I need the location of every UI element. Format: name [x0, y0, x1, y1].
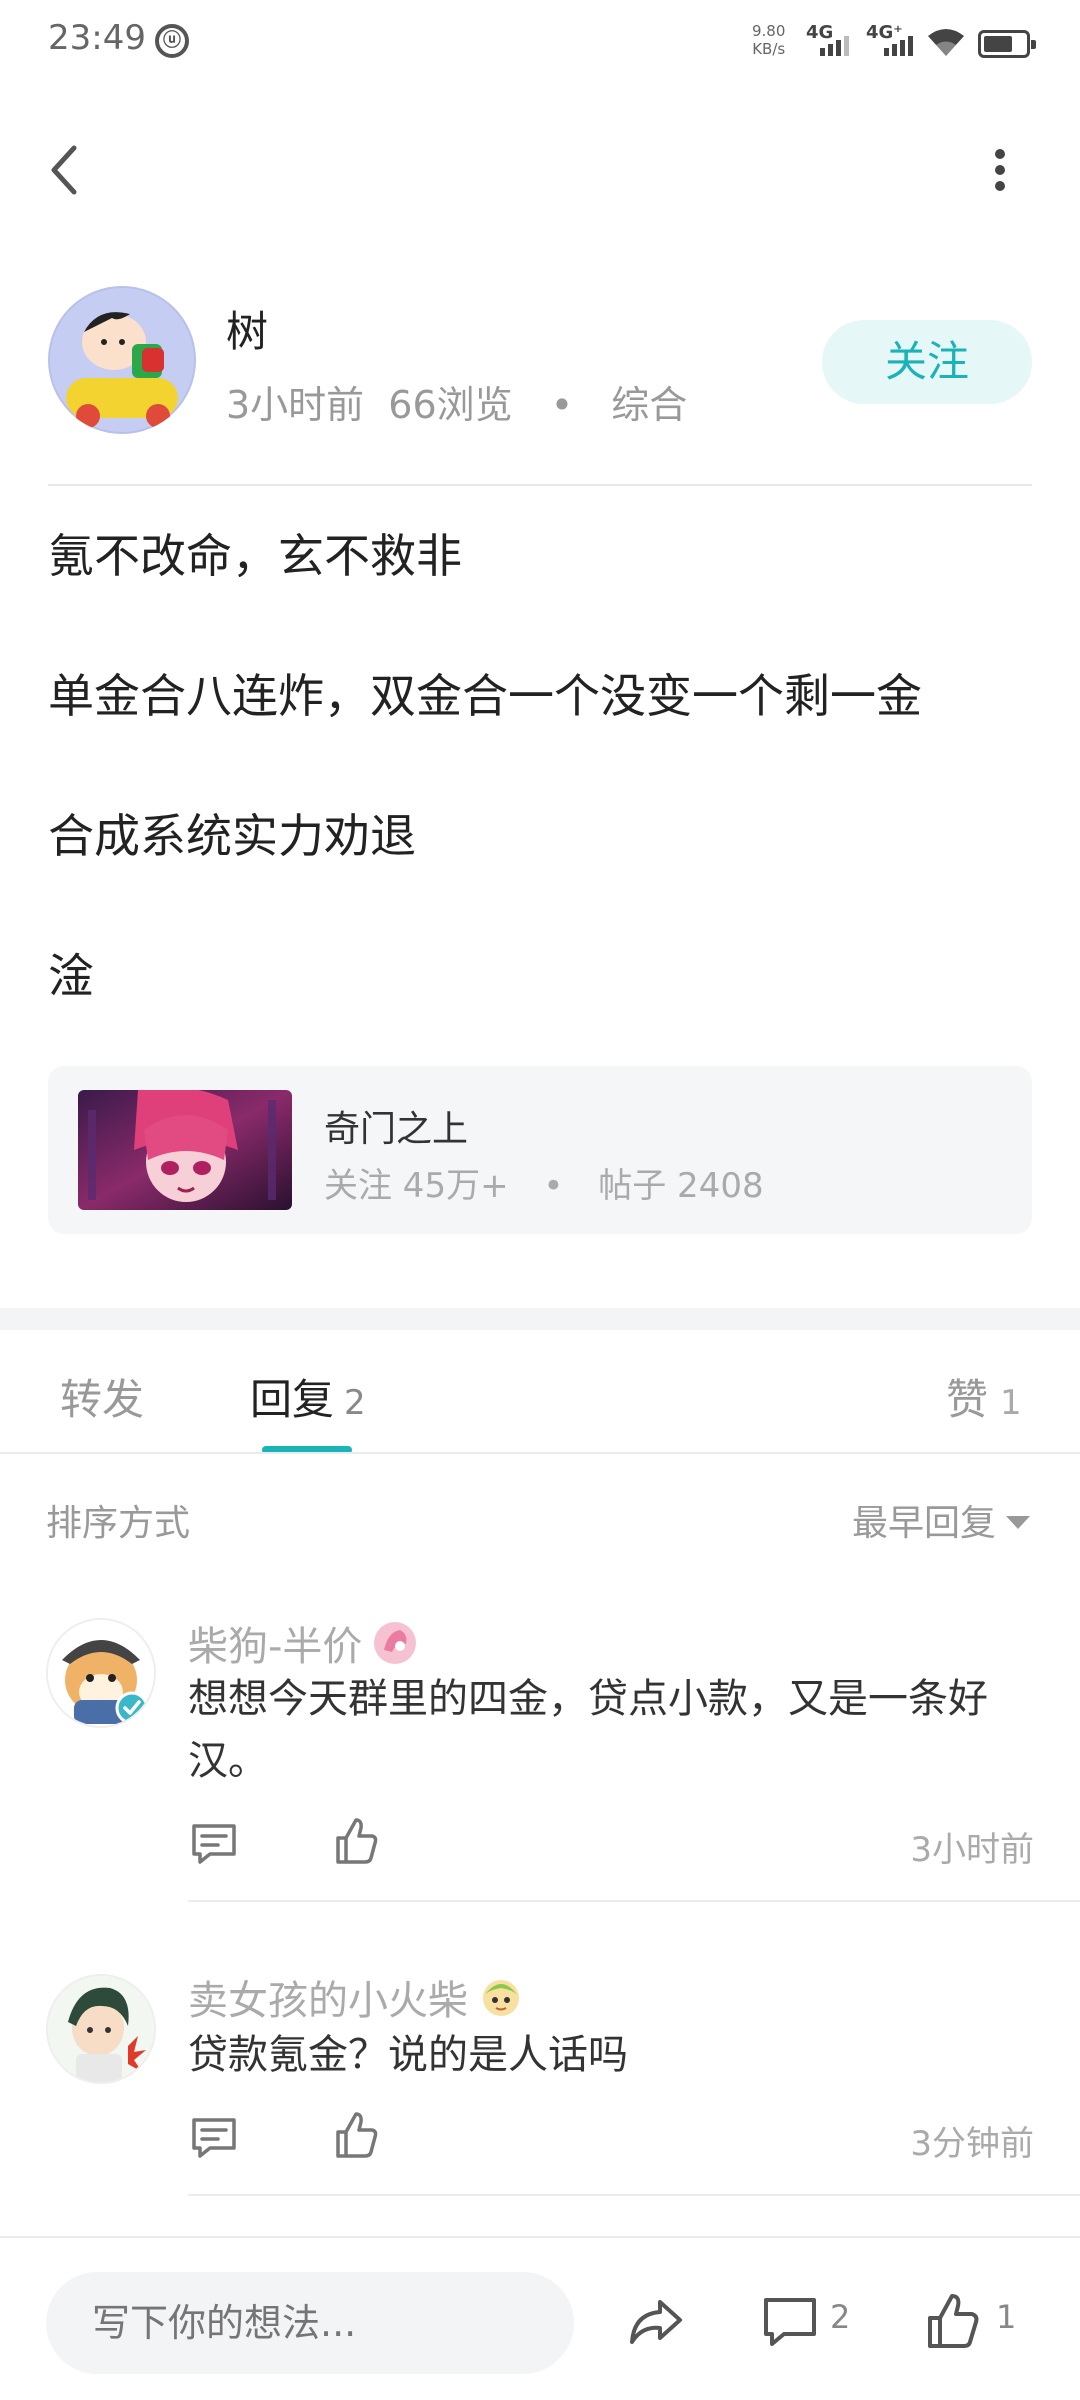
network-speed: 9.80 KB/s — [752, 22, 785, 58]
author-name[interactable]: 树 — [226, 298, 268, 359]
commenter-name[interactable]: 卖女孩的小火柴 — [188, 1968, 524, 2026]
like-comment-button[interactable] — [330, 1816, 382, 1868]
thumbs-up-icon — [928, 2294, 979, 2348]
commenter-name[interactable]: 柴狗-半价 — [188, 1614, 418, 1672]
tab-like[interactable]: 赞1 — [946, 1366, 1022, 1427]
tab-forward[interactable]: 转发 — [60, 1366, 144, 1427]
forum-name: 奇门之上 — [324, 1109, 469, 1150]
meta-separator: • — [550, 383, 574, 427]
commenter-name-text: 卖女孩的小火柴 — [188, 1978, 468, 2024]
divider — [48, 484, 1032, 486]
sort-label: 排序方式 — [46, 1503, 191, 1544]
divider — [188, 2194, 1080, 2196]
comment-time: 3分钟前 — [910, 2124, 1034, 2164]
tab-reply[interactable]: 回复 2 — [250, 1366, 366, 1427]
commenter-avatar-image — [48, 1976, 154, 2082]
commenter-avatar[interactable] — [46, 1974, 156, 2084]
signal-bars-1-icon — [820, 36, 849, 56]
tab-forward-label: 转发 — [60, 1375, 145, 1424]
commenter-name-text: 柴狗-半价 — [188, 1624, 363, 1670]
caret-down-icon — [1006, 1515, 1030, 1529]
post-line: 合成系统实力劝退 — [48, 809, 416, 863]
post-meta: 3小时前 66浏览 • 综合 — [226, 374, 687, 429]
likes-count: 1 — [996, 2298, 1017, 2336]
follow-button[interactable]: 关注 — [822, 320, 1032, 404]
comment-text: 贷款氪金？说的是人话吗 — [188, 2032, 628, 2078]
forum-followers: 关注 45万+ — [324, 1166, 509, 1206]
thumbs-up-icon — [336, 1818, 378, 1864]
back-button[interactable] — [40, 130, 100, 210]
post-category[interactable]: 综合 — [611, 383, 687, 427]
post-views: 66浏览 — [388, 383, 513, 427]
forum-posts: 帖子 2408 — [598, 1166, 764, 1206]
user-badge-icon — [483, 1980, 519, 2016]
reply-comment-button[interactable] — [188, 2112, 240, 2164]
battery-icon — [978, 30, 1036, 58]
comment-icon — [192, 1824, 236, 1864]
commenter-avatar[interactable] — [46, 1618, 156, 1728]
more-options-button[interactable] — [968, 130, 1028, 210]
comment-time: 3小时前 — [910, 1830, 1034, 1870]
signal-bars-2-icon — [884, 36, 913, 56]
network-speed-unit: KB/s — [752, 40, 786, 58]
like-comment-button[interactable] — [330, 2110, 382, 2162]
meta-separator: • — [543, 1166, 564, 1206]
post-content: 氪不改命，玄不救非 单金合八连炸，双金合一个没变一个剩一金 合成系统实力劝退 淦 — [48, 520, 1032, 1080]
comment-text: 想想今天群里的四金，贷点小款，又是一条好汉。 — [188, 1676, 988, 1784]
user-badge-icon — [374, 1622, 417, 1664]
comments-count: 2 — [830, 2298, 851, 2336]
comments-button[interactable] — [760, 2292, 820, 2352]
forum-meta: 关注 45万+ • 帖子 2408 — [324, 1158, 764, 1207]
post-line: 单金合八连炸，双金合一个没变一个剩一金 — [48, 669, 922, 723]
author-avatar[interactable] — [48, 286, 196, 434]
commenter-avatar-image — [48, 1620, 154, 1726]
comment-icon — [764, 2298, 816, 2346]
more-vertical-icon — [995, 149, 1005, 191]
comment-icon — [192, 2118, 236, 2158]
wifi-icon — [928, 29, 964, 56]
divider — [188, 1900, 1080, 1902]
sort-dropdown[interactable]: 最早回复 — [852, 1494, 1030, 1546]
forum-thumbnail — [78, 1090, 292, 1210]
status-bar: 23:49 ⓤ 9.80 KB/s 4G 4G⁺ — [0, 0, 1080, 84]
reply-comment-button[interactable] — [188, 1818, 240, 1870]
post-time: 3小时前 — [226, 383, 365, 427]
tab-like-count: 1 — [1000, 1383, 1022, 1423]
post-line: 淦 — [48, 949, 94, 1003]
network-speed-value: 9.80 — [752, 22, 786, 40]
tab-like-label: 赞 — [946, 1375, 989, 1424]
comment-input[interactable] — [46, 2272, 574, 2374]
thumbs-up-icon — [336, 2112, 378, 2158]
like-button[interactable] — [922, 2292, 982, 2352]
author-avatar-image — [48, 286, 196, 434]
tab-reply-label: 回复 — [250, 1375, 335, 1424]
status-app-badge-icon: ⓤ — [155, 24, 189, 58]
divider — [0, 1452, 1080, 1454]
battery-level — [984, 36, 1012, 52]
share-button[interactable] — [626, 2292, 686, 2352]
status-time: 23:49 — [48, 18, 146, 58]
section-gap — [0, 1308, 1080, 1330]
forum-thumbnail-image — [78, 1090, 292, 1210]
forum-card[interactable]: 奇门之上 关注 45万+ • 帖子 2408 — [48, 1066, 1032, 1234]
tab-reply-count: 2 — [344, 1383, 366, 1423]
chevron-left-icon — [51, 145, 77, 195]
share-icon — [630, 2300, 682, 2344]
divider — [0, 2236, 1080, 2238]
post-line: 氪不改命，玄不救非 — [48, 529, 462, 583]
sort-selected: 最早回复 — [851, 1503, 996, 1544]
